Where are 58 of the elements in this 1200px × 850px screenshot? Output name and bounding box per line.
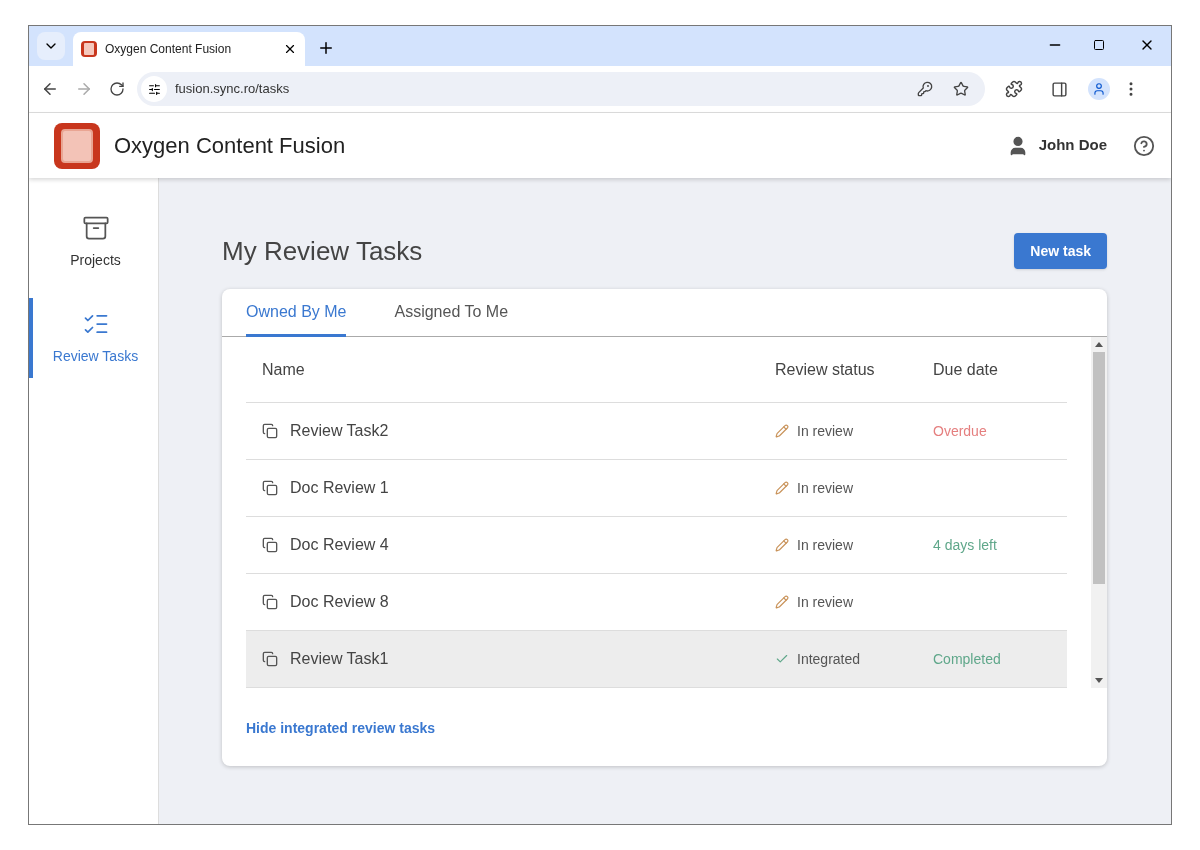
documents-icon [262,594,278,610]
scroll-down-icon[interactable] [1095,678,1103,683]
due-date: Overdue [933,423,987,439]
column-header: Review status [775,359,876,380]
due-date: 4 days left [933,537,997,553]
review-status: In review [797,478,854,498]
new-task-button[interactable]: New task [1014,233,1107,269]
pencil-icon [775,424,789,438]
task-name: Doc Review 8 [290,592,389,612]
tab[interactable]: Assigned To Me [394,289,509,337]
hide-integrated-link[interactable]: Hide integrated review tasks [246,720,436,736]
review-status: In review [797,421,854,441]
due-date: Completed [933,651,1001,667]
task-name: Review Task1 [290,649,389,669]
review-status: In review [797,535,854,555]
column-header: Due date [933,359,999,380]
pencil-icon [775,481,789,495]
new-tab-icon[interactable] [317,39,335,57]
side-panel-icon[interactable] [1051,80,1068,98]
star-icon[interactable] [953,81,969,97]
pencil-icon [775,595,789,609]
reload-icon[interactable] [109,81,125,97]
url-text: fusion.sync.ro/tasks [175,80,291,99]
task-name: Review Task2 [290,421,389,441]
documents-icon [262,423,278,439]
tab-title: Oxygen Content Fusion [105,41,233,58]
scroll-up-icon[interactable] [1095,342,1103,347]
puzzle-icon[interactable] [1005,80,1023,98]
scrollbar-thumb[interactable] [1093,352,1105,584]
documents-icon [262,480,278,496]
task-name: Doc Review 1 [290,478,389,498]
user-name[interactable]: John Doe [1038,134,1107,157]
task-name: Doc Review 4 [290,535,389,555]
tab[interactable]: Owned By Me [246,289,347,337]
app-logo-icon [54,122,100,169]
back-icon[interactable] [41,80,59,98]
scrollbar[interactable] [1091,337,1107,688]
review-status: In review [797,592,854,612]
address-bar[interactable]: fusion.sync.ro/tasks [137,72,985,106]
page-title: My Review Tasks [222,234,423,268]
table-row[interactable]: Review Task1 Integrated Completed [246,631,1067,688]
review-status: Integrated [797,649,861,669]
profile-icon[interactable] [1088,78,1110,100]
maximize-icon[interactable] [1093,39,1105,51]
help-icon[interactable] [1133,134,1155,157]
app-logo-icon [81,41,97,57]
close-icon[interactable] [283,42,297,56]
key-icon[interactable] [917,81,933,97]
app-title: Oxygen Content Fusion [114,132,347,160]
documents-icon [262,651,278,667]
sidebar-item[interactable]: Projects [29,202,158,282]
browser-tab[interactable]: Oxygen Content Fusion [73,32,305,66]
pencil-icon [775,538,789,552]
site-settings-icon[interactable] [141,76,167,102]
documents-icon [262,537,278,553]
tab-list-button[interactable] [37,32,65,60]
check-icon [775,652,789,666]
column-header: Name [261,359,306,380]
